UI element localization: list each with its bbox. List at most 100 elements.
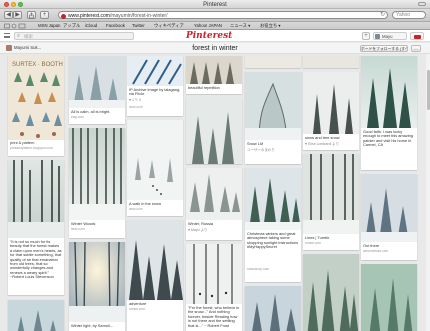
pin-image-graphic bbox=[8, 300, 64, 331]
share-button[interactable] bbox=[27, 11, 36, 19]
pin-card[interactable]: beautiful repetition bbox=[186, 56, 242, 94]
back-button[interactable]: ◀ bbox=[4, 11, 13, 19]
page-scrollbar[interactable] bbox=[426, 54, 430, 331]
more-options-button[interactable]: ... bbox=[411, 45, 421, 52]
pin-card[interactable] bbox=[303, 56, 359, 68]
pin-card[interactable]: "It is not so much for its beauty that t… bbox=[8, 160, 64, 295]
pin-card[interactable]: Winter Woods flickr.com bbox=[69, 128, 125, 238]
pin-image[interactable] bbox=[361, 174, 417, 242]
url-host: www.pinterest.com bbox=[68, 12, 110, 19]
pin-image[interactable] bbox=[127, 220, 183, 300]
pin-image[interactable] bbox=[245, 56, 301, 68]
pin-image[interactable] bbox=[186, 56, 242, 84]
pin-card[interactable]: adventure tumblr.com bbox=[127, 220, 183, 331]
pin-card[interactable] bbox=[245, 56, 301, 68]
pin-description: Out there bbox=[363, 244, 380, 248]
pin-image[interactable] bbox=[245, 168, 301, 230]
pin-image[interactable]: SURTEX · BOOTH 304 bbox=[8, 56, 64, 140]
pin-card[interactable] bbox=[186, 98, 242, 164]
reload-icon[interactable]: ↻ bbox=[380, 12, 385, 19]
pin-card[interactable] bbox=[303, 254, 359, 331]
scrollbar-thumb[interactable] bbox=[426, 70, 430, 110]
browser-search-field[interactable]: Yahoo bbox=[392, 11, 426, 19]
pin-image[interactable] bbox=[8, 300, 64, 331]
fullscreen-toggle[interactable] bbox=[418, 2, 426, 6]
pin-image[interactable] bbox=[127, 120, 183, 200]
add-pin-button[interactable]: + bbox=[362, 32, 370, 40]
bookmark-item[interactable]: ニュース ▾ bbox=[230, 23, 250, 29]
pin-card[interactable]: Snow LM ユーザーのまわり bbox=[245, 72, 301, 164]
pin-image[interactable] bbox=[69, 242, 125, 322]
pin-card[interactable]: snow and tree snow ♥ Elise Lombardi より bbox=[303, 72, 359, 150]
pin-card[interactable]: IP Archive image by lalagang, via Flickr… bbox=[127, 56, 183, 116]
pin-image[interactable] bbox=[69, 56, 125, 108]
pin-source[interactable]: tumblr.com bbox=[129, 308, 181, 312]
pin-image[interactable] bbox=[186, 244, 242, 304]
pin-image[interactable] bbox=[8, 160, 64, 238]
pin-description: IP Archive image by lalagang, via Flickr bbox=[129, 88, 181, 97]
pin-image[interactable] bbox=[303, 56, 359, 68]
pin-card[interactable]: All is calm, all is bright. etsy.com bbox=[69, 56, 125, 124]
pin-card[interactable]: Good faith. I was lucky enough to meet t… bbox=[361, 56, 417, 170]
pin-image[interactable] bbox=[303, 154, 359, 234]
bookmark-item[interactable]: お役立ち ▾ bbox=[260, 23, 281, 29]
pin-description: "It is not so much for its beauty that t… bbox=[10, 240, 62, 280]
pin-image[interactable] bbox=[303, 72, 359, 134]
pin-card[interactable]: Out there lifeonthewild.com bbox=[361, 174, 417, 260]
pin-card[interactable]: "For the forest, who believe in the snow… bbox=[186, 244, 242, 331]
notification-badge bbox=[414, 34, 421, 39]
pin-image[interactable] bbox=[361, 264, 417, 331]
pin-card[interactable]: Winter light, by Samuli... bbox=[69, 242, 125, 331]
new-tab-button[interactable]: + bbox=[40, 11, 49, 19]
pin-source[interactable]: rusticshop.com bbox=[247, 268, 299, 272]
pin-source[interactable]: tumblr.com bbox=[305, 242, 357, 246]
menu-icon[interactable] bbox=[4, 33, 10, 38]
pin-card[interactable] bbox=[361, 264, 417, 331]
pinterest-logo[interactable]: Pinterest bbox=[186, 31, 232, 41]
pin-image[interactable] bbox=[361, 56, 417, 128]
pin-image[interactable] bbox=[245, 286, 301, 331]
browser-search-text: Yahoo bbox=[396, 12, 411, 18]
pin-image[interactable] bbox=[303, 254, 359, 331]
pin-card[interactable]: SURTEX · BOOTH 304 print & pattern print… bbox=[8, 56, 64, 156]
pin-source[interactable]: flickr.com bbox=[129, 208, 181, 212]
pin-source[interactable]: etsy.com bbox=[71, 116, 123, 120]
bookmark-item[interactable]: Twitter bbox=[132, 23, 145, 29]
pinterest-header: ⌕ 検索 Pinterest + Mayu bbox=[0, 30, 430, 42]
pin-image[interactable] bbox=[186, 98, 242, 164]
pin-image[interactable] bbox=[186, 168, 242, 220]
bookmark-item[interactable]: Facebook bbox=[106, 23, 125, 29]
pin-stats: ユーザーのまわり bbox=[247, 148, 275, 152]
search-input[interactable]: ⌕ 検索 bbox=[14, 32, 134, 40]
pin-card[interactable]: Christmas winters and great atmosphere t… bbox=[245, 168, 301, 282]
pin-image[interactable] bbox=[245, 72, 301, 140]
bookmark-item[interactable]: iCloud bbox=[85, 23, 97, 29]
pin-image-graphic bbox=[303, 72, 359, 134]
pin-image-graphic bbox=[245, 72, 301, 140]
pin-image[interactable] bbox=[127, 56, 183, 86]
pin-image[interactable] bbox=[69, 128, 125, 220]
pin-image-graphic bbox=[361, 174, 417, 242]
reading-list-icon[interactable] bbox=[4, 23, 26, 29]
pin-description: All is calm, all is bright. bbox=[71, 110, 111, 114]
follow-board-button[interactable]: ボードをフォローする (すべて) bbox=[360, 45, 408, 52]
avatar bbox=[375, 34, 380, 39]
pin-card[interactable] bbox=[8, 300, 64, 331]
pin-card[interactable]: Lines | Tumblr tumblr.com bbox=[303, 154, 359, 250]
pin-source[interactable]: lifeonthewild.com bbox=[363, 250, 415, 254]
pin-card[interactable]: Winter, Russia ♥ Mayu より bbox=[186, 168, 242, 240]
pin-description: Good faith. I was lucky enough to meet t… bbox=[363, 130, 413, 148]
bookmark-item[interactable]: MSN Japan bbox=[38, 23, 60, 29]
user-menu-button[interactable]: Mayu bbox=[373, 32, 407, 40]
bookmark-item[interactable]: Yahoo! JAPAN bbox=[194, 23, 222, 29]
bookmark-item[interactable]: ウィキペディア bbox=[154, 23, 184, 29]
bookmark-item[interactable]: アップル bbox=[63, 23, 80, 29]
pin-source[interactable]: flickr.com bbox=[71, 228, 123, 232]
address-bar[interactable]: www.pinterest.com/mayumin/forest-in-wint… bbox=[58, 11, 388, 19]
notifications-button[interactable] bbox=[410, 32, 424, 40]
pin-card[interactable] bbox=[245, 286, 301, 331]
pin-source[interactable]: flickr.com bbox=[129, 106, 181, 110]
pin-card[interactable]: A walk in the snow flickr.com bbox=[127, 120, 183, 216]
forward-button[interactable]: ▶ bbox=[13, 11, 22, 19]
pin-source[interactable]: printandpattern.blogspot.com bbox=[10, 147, 62, 151]
